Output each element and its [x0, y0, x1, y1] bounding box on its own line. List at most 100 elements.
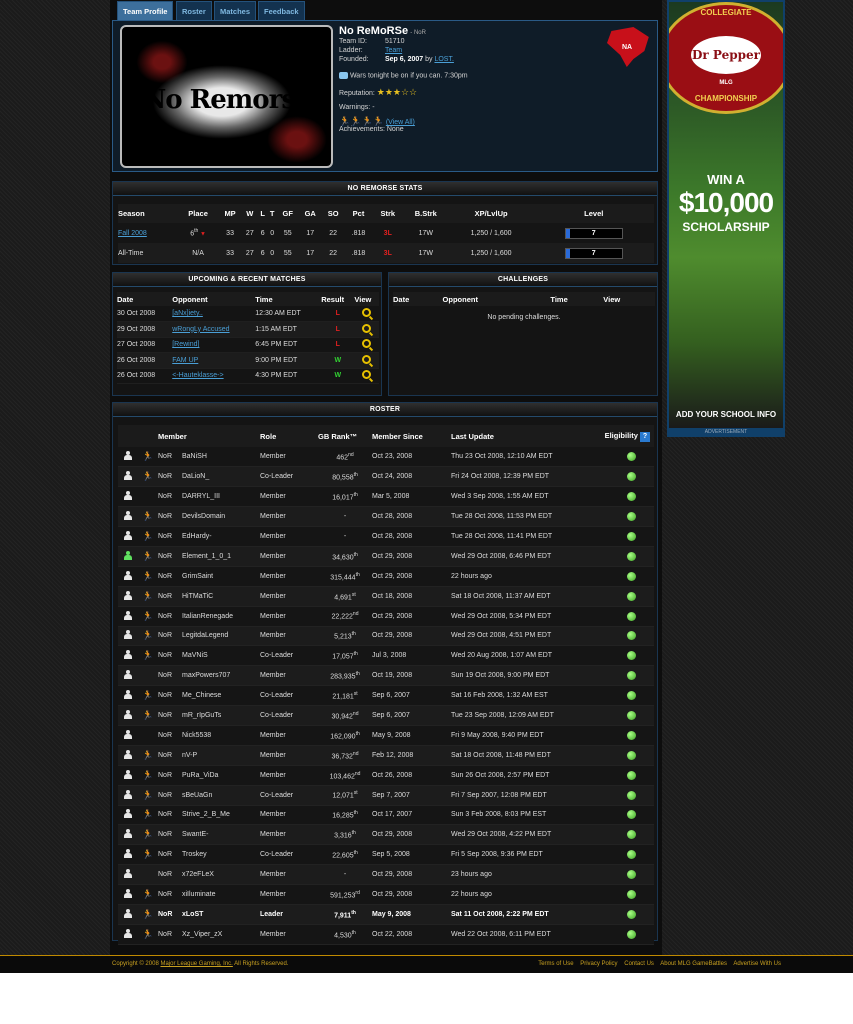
tab-matches[interactable]: Matches [214, 1, 257, 20]
eligible-check-icon [627, 890, 636, 900]
member-name[interactable]: xiIluminate [182, 884, 260, 905]
member-role: Member [260, 824, 318, 846]
member-profile-icon[interactable] [124, 690, 132, 700]
member-name[interactable]: nV-P [182, 745, 260, 766]
col-last-update[interactable]: Last Update [451, 425, 599, 447]
level-number: 7 [591, 249, 596, 257]
privacy-link[interactable]: Privacy Policy [580, 961, 617, 967]
stats-col-3: W [246, 209, 254, 218]
opponent-link[interactable]: [aNx]iety.. [172, 310, 203, 317]
member-name[interactable]: Troskey [182, 844, 260, 866]
member-profile-icon[interactable] [124, 670, 132, 680]
member-profile-icon[interactable] [124, 491, 132, 501]
view-match-icon[interactable] [362, 308, 372, 317]
col-member-since[interactable]: Member Since [372, 425, 451, 447]
member-profile-icon[interactable] [124, 511, 132, 521]
member-name[interactable]: Me_Chinese [182, 685, 260, 707]
roster-row: 🏃 NoR xiIluminate Member 591,253rd Oct 29, 20… [118, 884, 654, 905]
activity-icon: 🏃 [142, 769, 154, 780]
view-all-achievements-link[interactable]: (View All) [386, 119, 415, 126]
contact-link[interactable]: Contact Us [624, 961, 654, 967]
tab-feedback[interactable]: Feedback [258, 1, 305, 20]
member-profile-icon[interactable] [124, 729, 132, 739]
member-name[interactable]: x72eFLeX [182, 864, 260, 886]
member-tag: NoR [158, 606, 182, 627]
member-profile-icon[interactable] [124, 550, 132, 560]
member-role: Member [260, 546, 318, 567]
advertise-link[interactable]: Advertise With Us [733, 961, 781, 967]
col-eligibility[interactable]: Eligibility [605, 431, 638, 440]
member-name[interactable]: mR_rIpGuTs [182, 705, 260, 726]
member-profile-icon[interactable] [124, 570, 132, 580]
about-link[interactable]: About MLG GameBattles [660, 961, 727, 967]
member-name[interactable]: sBeUaGn [182, 785, 260, 806]
ladder-link[interactable]: Team [385, 47, 402, 54]
col-member[interactable]: Member [158, 425, 260, 447]
member-profile-icon[interactable] [124, 809, 132, 819]
dr-pepper-scholarship-ad[interactable]: COLLEGIATE Dr Pepper MLG CHAMPIONSHIP WI… [669, 2, 783, 428]
member-name[interactable]: HiTMaTiC [182, 586, 260, 607]
member-name[interactable]: Nick5538 [182, 725, 260, 746]
member-profile-icon[interactable] [124, 829, 132, 839]
roster-row: 🏃 NoR Strive_2_B_Me Member 16,285th Oct 17, 2… [118, 805, 654, 826]
member-profile-icon[interactable] [124, 889, 132, 899]
stats-col-10: Strk [380, 209, 396, 218]
member-name[interactable]: DevilsDomain [182, 506, 260, 528]
member-profile-icon[interactable] [124, 610, 132, 620]
member-profile-icon[interactable] [124, 710, 132, 720]
member-name[interactable]: Xz_Viper_zX [182, 924, 260, 945]
view-match-icon[interactable] [362, 354, 372, 364]
member-profile-icon[interactable] [124, 471, 132, 481]
stat-mp: 33 [226, 249, 234, 257]
member-name[interactable]: Strive_2_B_Me [182, 805, 260, 826]
member-name[interactable]: DARRYL_III [182, 486, 260, 508]
member-rank: - [318, 526, 372, 547]
opponent-link[interactable]: [Rewind] [172, 341, 199, 348]
member-name[interactable]: maxPowers707 [182, 665, 260, 687]
help-icon[interactable]: ? [640, 431, 650, 442]
col-rank[interactable]: GB Rank™ [318, 425, 372, 447]
member-profile-icon[interactable] [124, 869, 132, 879]
member-name[interactable]: DaLioN_ [182, 466, 260, 488]
member-profile-icon[interactable] [124, 590, 132, 600]
roster-row: 🏃 NoR SwantE- Member 3,316th Oct 29, 2008 Wed … [118, 824, 654, 846]
tab-team-profile[interactable]: Team Profile [117, 1, 174, 20]
founder-link[interactable]: LOST. [434, 56, 453, 63]
view-match-icon[interactable] [362, 323, 372, 333]
add-school-info-button[interactable]: ADD YOUR SCHOOL INFO [669, 410, 783, 419]
season[interactable]: Fall 2008 [118, 223, 178, 243]
view-match-icon[interactable] [362, 339, 372, 349]
member-profile-icon[interactable] [124, 650, 132, 660]
member-name[interactable]: xLoST [182, 904, 260, 925]
member-name[interactable]: ItalianRenegade [182, 606, 260, 627]
member-profile-icon[interactable] [124, 749, 132, 759]
tab-roster[interactable]: Roster [176, 1, 212, 20]
member-profile-icon[interactable] [124, 849, 132, 859]
member-name[interactable]: MaVNiS [182, 645, 260, 667]
season-link[interactable]: Fall 2008 [118, 230, 147, 237]
terms-link[interactable]: Terms of Use [538, 961, 573, 967]
member-name[interactable]: LegitdaLegend [182, 626, 260, 647]
member-profile-icon[interactable] [124, 928, 132, 938]
member-profile-icon[interactable] [124, 908, 132, 918]
member-name[interactable]: SwantE- [182, 824, 260, 846]
member-name[interactable]: BaNiSH [182, 447, 260, 468]
member-profile-icon[interactable] [124, 769, 132, 779]
member-name[interactable]: Element_1_0_1 [182, 546, 260, 567]
member-profile-icon[interactable] [124, 531, 132, 540]
member-name[interactable]: GrimSaint [182, 566, 260, 587]
col-role[interactable]: Role [260, 425, 318, 447]
member-rank: 103,462nd [318, 765, 372, 786]
member-name[interactable]: EdHardy- [182, 526, 260, 547]
footer-links: Terms of Use Privacy Policy Contact Us A… [538, 961, 781, 967]
member-profile-icon[interactable] [124, 451, 132, 461]
member-profile-icon[interactable] [124, 630, 132, 640]
member-name[interactable]: PuRa_ViDa [182, 765, 260, 786]
member-profile-icon[interactable] [124, 789, 132, 799]
opponent-link[interactable]: <-Hauteklasse-> [172, 372, 223, 379]
view-match-icon[interactable] [362, 370, 372, 380]
opponent-link[interactable]: wRongLy Accused [172, 326, 229, 333]
member-since: Oct 29, 2008 [372, 824, 451, 846]
member-since: Sep 5, 2008 [372, 844, 451, 866]
opponent-link[interactable]: FAM UP [172, 357, 198, 364]
